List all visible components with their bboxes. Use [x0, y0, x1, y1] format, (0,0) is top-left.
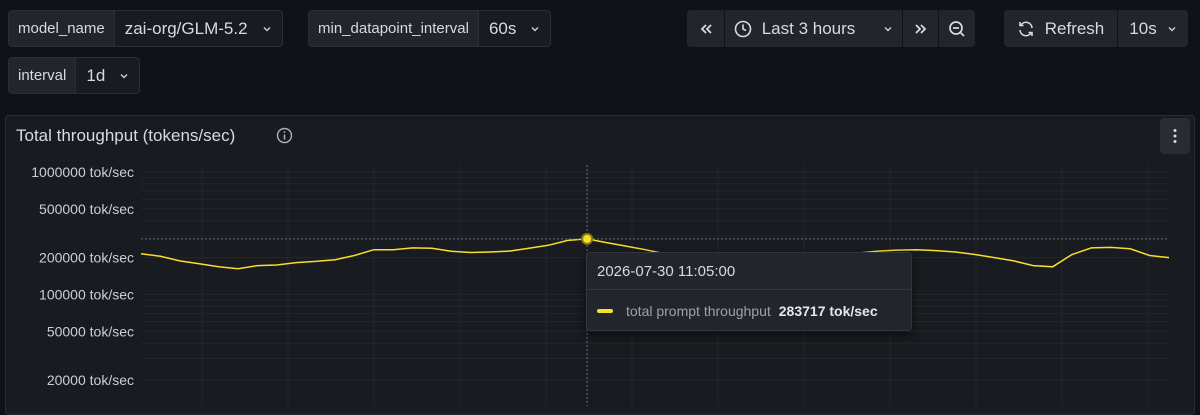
y-tick-label: 200000 tok/sec [39, 250, 134, 266]
y-tick-label: 50000 tok/sec [47, 323, 134, 339]
y-tick-label: 500000 tok/sec [39, 201, 134, 217]
y-tick-label: 100000 tok/sec [39, 286, 134, 302]
tooltip-series-value: 283717 tok/sec [778, 303, 878, 319]
series-color-swatch [597, 309, 613, 313]
y-tick-label: 20000 tok/sec [47, 372, 134, 388]
tooltip-time: 2026-07-30 11:05:00 [597, 263, 736, 280]
hover-point [581, 232, 594, 245]
y-tick-label: 1000000 tok/sec [31, 164, 134, 180]
chart-tooltip: 2026-07-30 11:05:00 total prompt through… [586, 252, 912, 331]
tooltip-series-row: total prompt throughput 283717 tok/sec [597, 303, 878, 319]
tooltip-divider [587, 289, 911, 290]
throughput-chart[interactable]: 1000000 tok/sec 500000 tok/sec 200000 tok/… [0, 0, 1200, 406]
tooltip-series-name: total prompt throughput [626, 303, 771, 319]
